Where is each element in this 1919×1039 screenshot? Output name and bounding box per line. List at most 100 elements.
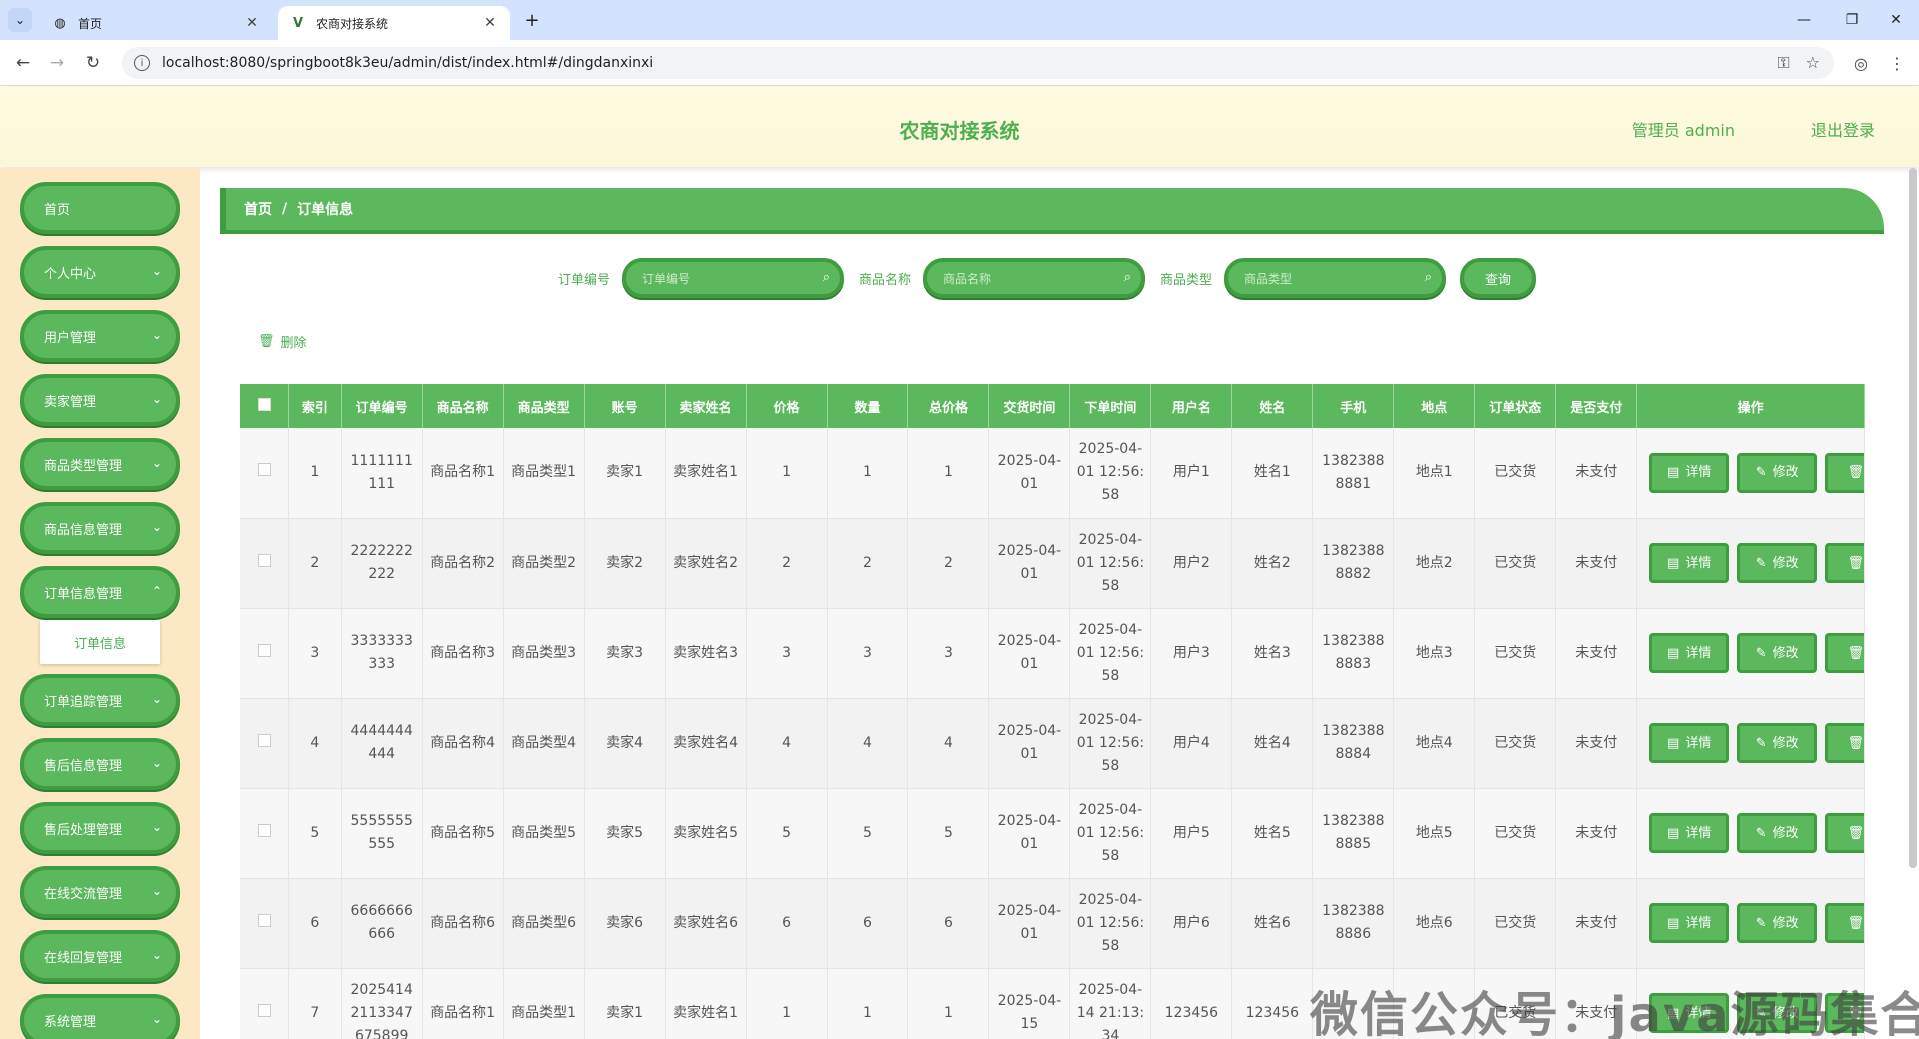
tab-search-dropdown-icon[interactable]: ⌄ — [8, 8, 32, 32]
detail-button[interactable]: ▤ 详情 — [1649, 903, 1730, 943]
browser-tab-system[interactable]: V 农商对接系统 ✕ — [278, 6, 510, 40]
sidebar-item-seller-management[interactable]: 卖家管理 ⌄ — [20, 374, 180, 426]
url-text: localhost:8080/springboot8k3eu/admin/dis… — [162, 55, 654, 71]
row-checkbox[interactable] — [240, 698, 290, 789]
table-cell: 商品名称5 — [422, 788, 504, 879]
row-checkbox[interactable] — [240, 518, 290, 609]
row-delete-button[interactable]: 🗑删 — [1825, 723, 1864, 763]
select-all-checkbox[interactable] — [240, 384, 290, 428]
edit-button[interactable]: ✎ 修改 — [1737, 723, 1818, 763]
breadcrumb-separator: / — [282, 201, 288, 217]
row-checkbox[interactable] — [240, 878, 290, 969]
sidebar-item-order-info-management[interactable]: 订单信息管理 ⌃ — [20, 566, 180, 618]
row-actions: ▤ 详情 ✎ 修改 🗑删 — [1636, 518, 1865, 609]
table-cell: 姓名1 — [1231, 428, 1314, 519]
column-header: 用户名 — [1150, 384, 1233, 428]
order-no-input[interactable]: 订单编号 ⌕ — [622, 258, 845, 298]
close-icon[interactable]: ✕ — [244, 15, 260, 31]
forward-icon[interactable]: → — [44, 50, 70, 76]
table-cell: 3 — [827, 608, 909, 699]
table-row: 4 4444444444 商品名称4 商品类型4 卖家4 卖家姓名4 4 4 4 2025-04-… — [240, 698, 1865, 789]
globe-icon: ◍ — [54, 15, 66, 31]
sidebar-item-goods-info-management[interactable]: 商品信息管理 ⌄ — [20, 502, 180, 554]
sidebar-item-online-reply-management[interactable]: 在线回复管理 ⌄ — [20, 930, 180, 982]
password-key-icon[interactable]: ⚿ — [1777, 53, 1789, 73]
row-checkbox[interactable] — [240, 428, 290, 519]
tab-label: 首页 — [78, 16, 103, 31]
batch-delete-button[interactable]: 🗑 删除 — [258, 332, 307, 351]
row-delete-button[interactable]: 🗑删 — [1825, 452, 1864, 493]
edit-button[interactable]: ✎ 修改 — [1737, 452, 1818, 493]
back-icon[interactable]: ← — [10, 50, 36, 76]
row-delete-button[interactable]: 🗑删 — [1825, 813, 1864, 853]
table-cell: 2025-04-01 — [988, 878, 1071, 969]
table-cell: 商品类型3 — [503, 608, 585, 699]
profile-icon[interactable]: ◎ — [1848, 50, 1874, 76]
sidebar-item-after-sales-info-management[interactable]: 售后信息管理 ⌄ — [20, 738, 180, 790]
row-checkbox[interactable] — [240, 608, 290, 699]
sidebar-item-goods-type-management[interactable]: 商品类型管理 ⌄ — [20, 438, 180, 490]
table-cell: 3333333333 — [341, 608, 423, 699]
sidebar-item-home[interactable]: 首页 — [20, 182, 180, 234]
detail-button[interactable]: ▤ 详情 — [1649, 813, 1730, 853]
goods-name-input[interactable]: 商品名称 ⌕ — [923, 258, 1146, 298]
table-cell: 1 — [907, 968, 990, 1039]
goods-type-input[interactable]: 商品类型 ⌕ — [1224, 258, 1447, 298]
row-delete-button[interactable]: 🗑删 — [1825, 903, 1864, 943]
table-cell: 商品名称1 — [422, 968, 504, 1039]
edit-button[interactable]: ✎ 修改 — [1737, 633, 1818, 673]
detail-button[interactable]: ▤ 详情 — [1649, 633, 1730, 673]
table-cell: 3 — [288, 608, 342, 699]
address-bar: ← → ↻ i localhost:8080/springboot8k3eu/a… — [0, 40, 1919, 86]
sidebar-item-personal-center[interactable]: 个人中心 ⌄ — [20, 246, 180, 298]
row-delete-button[interactable]: 🗑删 — [1825, 543, 1864, 583]
browser-tab-home[interactable]: ◍ 首页 ✕ — [40, 6, 272, 40]
sidebar-item-online-chat-management[interactable]: 在线交流管理 ⌄ — [20, 866, 180, 918]
sidebar-item-after-sales-processing-management[interactable]: 售后处理管理 ⌄ — [20, 802, 180, 854]
edit-button[interactable]: ✎ 修改 — [1737, 543, 1818, 583]
edit-button[interactable]: ✎ 修改 — [1737, 903, 1818, 943]
table-cell: 2025-04-01 — [988, 428, 1071, 519]
reload-icon[interactable]: ↻ — [80, 50, 106, 76]
table-cell: 13823888883 — [1312, 608, 1395, 699]
window-close-icon[interactable]: ✕ — [1882, 8, 1910, 32]
breadcrumb-home[interactable]: 首页 — [244, 199, 272, 219]
new-tab-icon[interactable]: + — [520, 8, 544, 32]
close-icon[interactable]: ✕ — [482, 15, 498, 31]
sidebar-item-label: 订单信息管理 — [44, 586, 123, 602]
restore-icon[interactable]: ❐ — [1838, 8, 1866, 32]
url-field[interactable]: i localhost:8080/springboot8k3eu/admin/d… — [122, 47, 1834, 79]
sidebar-item-system-management[interactable]: 系统管理 ⌄ — [20, 994, 180, 1039]
table-cell: 13823888885 — [1312, 788, 1395, 879]
detail-button[interactable]: ▤ 详情 — [1649, 723, 1730, 763]
column-header: 交货时间 — [988, 384, 1071, 428]
table-cell: 卖家6 — [584, 878, 666, 969]
order-no-label: 订单编号 — [558, 272, 611, 288]
table-cell: 地点2 — [1393, 518, 1476, 609]
page-scrollbar[interactable] — [1909, 168, 1917, 868]
sidebar-item-user-management[interactable]: 用户管理 ⌄ — [20, 310, 180, 362]
table-cell: 2 — [827, 518, 909, 609]
row-delete-button[interactable]: 🗑删 — [1825, 633, 1864, 673]
sidebar-item-order-tracking-management[interactable]: 订单追踪管理 ⌄ — [20, 674, 180, 726]
pencil-icon: ✎ — [1755, 735, 1767, 751]
table-cell: 用户5 — [1150, 788, 1233, 879]
row-checkbox[interactable] — [240, 968, 290, 1039]
more-menu-icon[interactable]: ⋮ — [1884, 50, 1910, 76]
table-cell: 卖家3 — [584, 608, 666, 699]
detail-button[interactable]: ▤ 详情 — [1649, 543, 1730, 583]
detail-label: 详情 — [1685, 915, 1712, 931]
trash-icon: 🗑 — [1847, 645, 1864, 661]
detail-button[interactable]: ▤ 详情 — [1649, 452, 1730, 493]
logout-link[interactable]: 退出登录 — [1811, 117, 1875, 141]
edit-button[interactable]: ✎ 修改 — [1737, 813, 1818, 853]
submenu-order-info[interactable]: 订单信息 — [40, 620, 160, 664]
row-actions: ▤ 详情 ✎ 修改 🗑删 — [1636, 788, 1865, 879]
table-cell: 商品类型2 — [503, 518, 585, 609]
query-button[interactable]: 查询 — [1460, 258, 1536, 298]
vue-icon: V — [292, 15, 304, 31]
minimize-icon[interactable]: — — [1790, 8, 1818, 32]
row-checkbox[interactable] — [240, 788, 290, 879]
site-info-icon[interactable]: i — [134, 55, 150, 71]
bookmark-star-icon[interactable]: ☆ — [1806, 53, 1820, 73]
